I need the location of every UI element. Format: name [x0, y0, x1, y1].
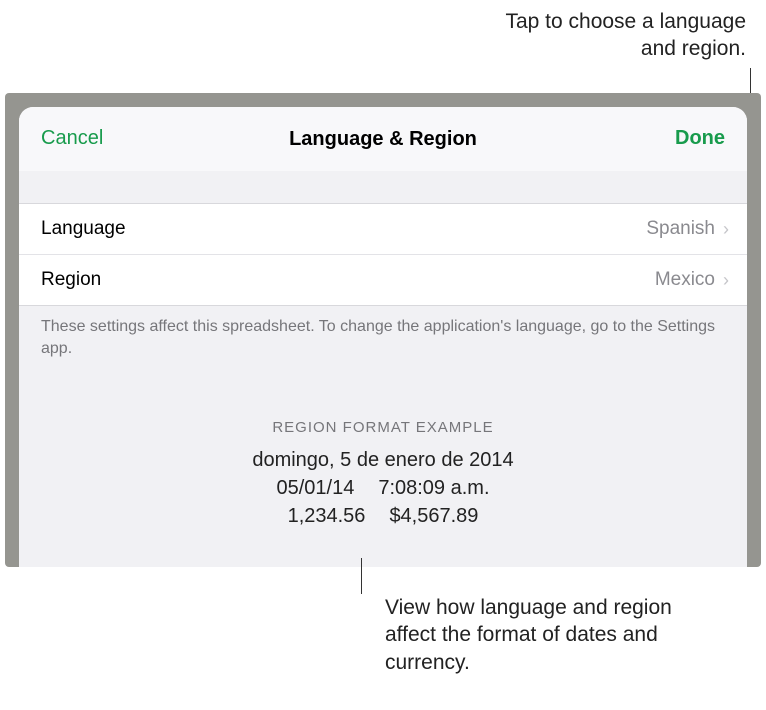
settings-dialog: Cancel Language & Region Done Language S… [19, 107, 747, 567]
region-format-example: REGION FORMAT EXAMPLE domingo, 5 de ener… [19, 419, 747, 530]
language-label: Language [41, 218, 126, 240]
dialog-title: Language & Region [289, 128, 477, 151]
language-row[interactable]: Language Spanish › [19, 204, 747, 254]
region-row[interactable]: Region Mexico › [19, 254, 747, 305]
footnote-text: These settings affect this spreadsheet. … [19, 306, 747, 359]
example-long-date: domingo, 5 de enero de 2014 [19, 446, 747, 474]
example-currency: $4,567.89 [389, 502, 478, 530]
annotation-bottom: View how language and region affect the … [385, 594, 705, 676]
leader-line [361, 558, 362, 594]
cancel-button[interactable]: Cancel [41, 127, 103, 150]
example-date-time: 05/01/14 7:08:09 a.m. [19, 474, 747, 502]
example-number: 1,234.56 [288, 502, 366, 530]
annotation-top: Tap to choose a language and region. [466, 8, 746, 63]
region-row-right: Mexico › [655, 269, 729, 291]
chevron-right-icon: › [723, 271, 729, 289]
done-button[interactable]: Done [675, 127, 725, 150]
example-number-currency: 1,234.56 $4,567.89 [19, 502, 747, 530]
region-value: Mexico [655, 269, 715, 291]
settings-list: Language Spanish › Region Mexico › [19, 203, 747, 306]
language-row-right: Spanish › [646, 218, 729, 240]
language-value: Spanish [646, 218, 715, 240]
region-label: Region [41, 269, 101, 291]
outer-frame: Cancel Language & Region Done Language S… [5, 93, 761, 567]
dialog-header: Cancel Language & Region Done [19, 107, 747, 171]
chevron-right-icon: › [723, 220, 729, 238]
example-time: 7:08:09 a.m. [378, 474, 489, 502]
example-heading: REGION FORMAT EXAMPLE [19, 419, 747, 436]
example-short-date: 05/01/14 [276, 474, 354, 502]
